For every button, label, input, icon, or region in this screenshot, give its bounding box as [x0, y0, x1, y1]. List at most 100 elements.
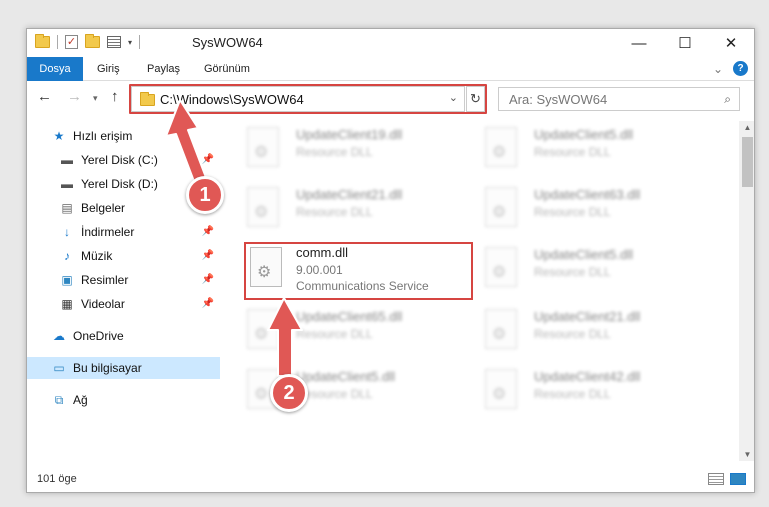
tab-share[interactable]: Paylaş	[147, 57, 180, 81]
quick-access-toolbar: ✓ ▾	[35, 34, 141, 49]
file-type: Resource DLL	[534, 387, 611, 401]
dll-file-icon: ⚙	[485, 369, 517, 409]
list-item[interactable]: ⚙ UpdateClient42.dll Resource DLL	[482, 363, 712, 419]
file-name: UpdateClient42.dll	[534, 369, 641, 384]
file-name: UpdateClient21.dll	[296, 187, 403, 202]
search-placeholder: Ara: SysWOW64	[509, 92, 608, 107]
sidebar-item-label: Müzik	[81, 249, 113, 263]
picture-icon: ▣	[61, 273, 73, 287]
maximize-button[interactable]: ☐	[662, 29, 708, 57]
recent-locations-chevron-icon[interactable]: ▾	[93, 93, 98, 104]
annotation-badge-1: 1	[186, 176, 224, 214]
vertical-scrollbar[interactable]: ▲ ▼	[739, 121, 754, 461]
annotation-badge-2: 2	[270, 374, 308, 412]
up-arrow-icon[interactable]: ↑	[111, 88, 119, 105]
scroll-down-icon[interactable]: ▼	[739, 450, 754, 459]
list-item[interactable]: ⚙ UpdateClient5.dll Resource DLL	[482, 121, 712, 177]
window-controls: — ☐ ✕	[616, 29, 754, 57]
pin-icon[interactable]: 📌	[202, 274, 214, 285]
sidebar-item-this-pc[interactable]: ▭ Bu bilgisayar	[27, 357, 220, 379]
sidebar-item-pictures[interactable]: ▣ Resimler 📌	[27, 269, 220, 291]
list-item[interactable]: ⚙ UpdateClient19.dll Resource DLL	[244, 121, 474, 177]
file-type: Resource DLL	[534, 327, 611, 341]
details-view-icon[interactable]	[708, 473, 724, 485]
file-name: UpdateClient63.dll	[534, 187, 641, 202]
sidebar-item-label: Resimler	[81, 273, 129, 287]
search-box[interactable]: Ara: SysWOW64 ⌕	[498, 87, 740, 111]
list-view-icon[interactable]	[107, 36, 121, 48]
toolbar-divider	[139, 35, 141, 49]
file-name: UpdateClient19.dll	[296, 127, 403, 142]
dll-file-icon: ⚙	[247, 127, 279, 167]
item-count: 101 öge	[37, 473, 77, 485]
status-bar: 101 öge	[27, 467, 754, 492]
sidebar-item-label: Bu bilgisayar	[73, 361, 142, 375]
close-button[interactable]: ✕	[708, 29, 754, 57]
file-name: UpdateClient5.dll	[534, 247, 634, 262]
sidebar-item-label: Hızlı erişim	[73, 129, 133, 143]
customize-toolbar-chevron-icon[interactable]: ▾	[128, 38, 132, 47]
sidebar-item-label: Yerel Disk (C:)	[81, 153, 158, 167]
network-icon: ⧉	[54, 392, 64, 407]
sidebar-item-label: Ağ	[73, 393, 88, 407]
dll-file-icon: ⚙	[485, 247, 517, 287]
file-type: Resource DLL	[296, 145, 373, 159]
sidebar-item-label: OneDrive	[73, 329, 124, 343]
video-icon: ▦	[61, 297, 73, 311]
dll-file-icon: ⚙	[247, 187, 279, 227]
list-item[interactable]: ⚙ UpdateClient21.dll Resource DLL	[244, 181, 474, 237]
file-name: UpdateClient21.dll	[534, 309, 641, 324]
pin-icon[interactable]: 📌	[202, 298, 214, 309]
dll-file-icon: ⚙	[485, 127, 517, 167]
file-name: UpdateClient5.dll	[534, 127, 634, 142]
pin-icon[interactable]: 📌	[202, 250, 214, 261]
dll-file-icon: ⚙	[485, 309, 517, 349]
sidebar-item-downloads[interactable]: ↓ İndirmeler 📌	[27, 221, 220, 243]
sidebar-item-label: Belgeler	[81, 201, 126, 215]
drive-icon: ▬	[61, 177, 73, 191]
tab-file[interactable]: Dosya	[27, 57, 83, 81]
file-highlight-box	[244, 242, 473, 300]
title-bar: ✓ ▾ SysWOW64 — ☐ ✕	[27, 29, 754, 57]
computer-icon: ▭	[53, 361, 65, 375]
annotation-arrow-2	[267, 297, 303, 377]
scrollbar-thumb[interactable]	[742, 137, 753, 187]
drive-icon: ▬	[61, 153, 73, 167]
tab-home[interactable]: Giriş	[97, 57, 120, 81]
sidebar-item-onedrive[interactable]: ☁ OneDrive	[27, 325, 220, 347]
list-item[interactable]: ⚙ UpdateClient21.dll Resource DLL	[482, 303, 712, 359]
pin-icon[interactable]: 📌	[202, 226, 214, 237]
toolbar-divider	[57, 35, 58, 49]
cloud-icon: ☁	[53, 329, 65, 343]
sidebar-item-videos[interactable]: ▦ Videolar 📌	[27, 293, 220, 315]
sidebar-item-music[interactable]: ♪ Müzik 📌	[27, 245, 220, 267]
sidebar-item-label: Videolar	[81, 297, 125, 311]
search-icon[interactable]: ⌕	[724, 92, 731, 107]
ribbon-tabs: Dosya Giriş Paylaş Görünüm ⌄ ?	[27, 57, 754, 81]
star-icon: ★	[53, 129, 65, 143]
list-item[interactable]: ⚙ UpdateClient5.dll Resource DLL	[482, 241, 712, 297]
file-type: Resource DLL	[296, 205, 373, 219]
window-title: SysWOW64	[192, 35, 263, 50]
download-icon: ↓	[64, 225, 70, 239]
minimize-button[interactable]: —	[616, 29, 662, 57]
file-type: Resource DLL	[534, 145, 611, 159]
expand-ribbon-chevron-icon[interactable]: ⌄	[713, 62, 723, 76]
help-icon[interactable]: ?	[733, 61, 748, 76]
sidebar-item-network[interactable]: ⧉ Ağ	[27, 389, 220, 411]
list-item[interactable]: ⚙ UpdateClient63.dll Resource DLL	[482, 181, 712, 237]
large-icons-view-icon[interactable]	[730, 473, 746, 485]
properties-check-icon[interactable]: ✓	[65, 35, 78, 49]
sidebar-item-label: Yerel Disk (D:)	[81, 177, 158, 191]
tab-view[interactable]: Görünüm	[204, 57, 250, 81]
ribbon-right-controls: ⌄ ?	[713, 61, 748, 76]
forward-arrow-icon[interactable]: →	[67, 88, 82, 105]
file-type: Resource DLL	[534, 265, 611, 279]
folder-icon[interactable]	[35, 34, 50, 48]
new-folder-icon[interactable]	[85, 34, 100, 48]
scroll-up-icon[interactable]: ▲	[739, 123, 754, 132]
back-arrow-icon[interactable]: ←	[37, 88, 52, 105]
file-type: Resource DLL	[534, 205, 611, 219]
sidebar-item-label: İndirmeler	[81, 225, 135, 239]
dll-file-icon: ⚙	[485, 187, 517, 227]
